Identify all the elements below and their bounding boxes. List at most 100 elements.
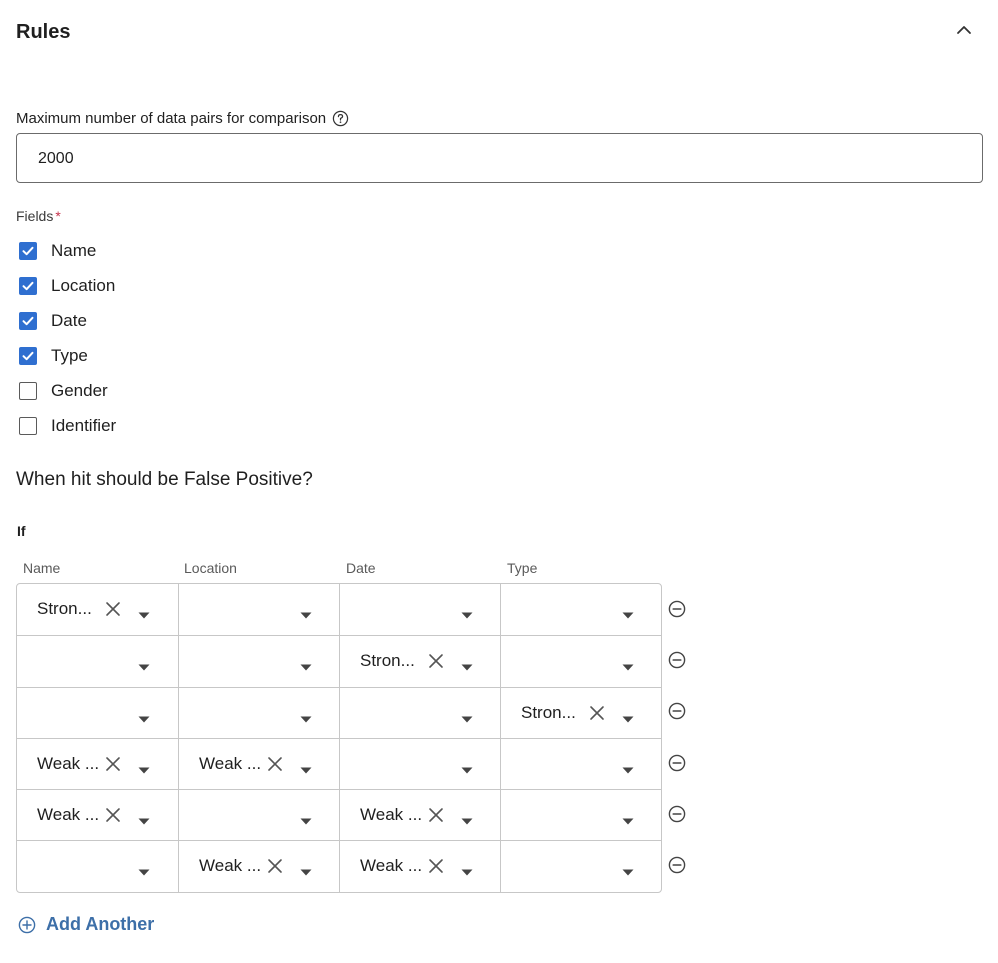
rule-select-location[interactable]: Weak ... xyxy=(178,738,339,790)
rule-select-value: Weak ... xyxy=(199,856,262,876)
remove-row-button[interactable] xyxy=(668,788,690,839)
add-another-button[interactable]: Add Another xyxy=(18,914,154,935)
field-checkbox-identifier[interactable]: Identifier xyxy=(19,408,116,443)
dropdown-arrow-icon[interactable] xyxy=(622,710,634,723)
rule-select-location[interactable] xyxy=(178,636,339,687)
clear-icon[interactable] xyxy=(589,705,605,721)
dropdown-arrow-icon[interactable] xyxy=(622,658,634,671)
rule-select-value: Stron... xyxy=(521,702,576,722)
dropdown-arrow-icon[interactable] xyxy=(138,863,150,876)
field-checkbox-gender[interactable]: Gender xyxy=(19,373,116,408)
dropdown-arrow-icon[interactable] xyxy=(622,761,634,774)
dropdown-arrow-icon[interactable] xyxy=(461,606,473,619)
rule-select-date[interactable]: Weak ... xyxy=(339,841,500,892)
rule-select-type[interactable]: Stron... xyxy=(500,687,661,738)
fields-label: Fields * xyxy=(16,208,61,224)
dropdown-arrow-icon[interactable] xyxy=(300,761,312,774)
field-checkbox-label: Identifier xyxy=(51,415,117,435)
rule-row: Stron... xyxy=(17,635,661,687)
dropdown-arrow-icon[interactable] xyxy=(138,658,150,671)
clear-icon[interactable] xyxy=(105,807,121,823)
clear-icon[interactable] xyxy=(267,858,283,874)
rule-select-name[interactable]: Stron... xyxy=(17,584,178,635)
rule-select-name[interactable] xyxy=(17,841,178,891)
clear-icon[interactable] xyxy=(105,756,121,772)
dropdown-arrow-icon[interactable] xyxy=(461,658,473,671)
remove-row-buttons xyxy=(668,583,690,891)
help-icon[interactable] xyxy=(332,110,349,127)
dropdown-arrow-icon[interactable] xyxy=(300,812,312,825)
remove-row-button[interactable] xyxy=(668,737,690,788)
dropdown-arrow-icon[interactable] xyxy=(461,710,473,723)
remove-row-button[interactable] xyxy=(668,686,690,737)
clear-icon[interactable] xyxy=(428,653,444,669)
field-checkbox-date[interactable]: Date xyxy=(19,303,116,338)
field-checkbox-location[interactable]: Location xyxy=(19,268,116,303)
rule-select-type[interactable] xyxy=(500,738,661,790)
checkbox-checked-icon[interactable] xyxy=(19,241,37,260)
dropdown-arrow-icon[interactable] xyxy=(461,761,473,774)
fields-checkbox-list: Name Location Date Type Gender Identifier xyxy=(19,233,116,443)
dropdown-arrow-icon[interactable] xyxy=(622,863,634,876)
remove-row-button[interactable] xyxy=(668,634,690,685)
rule-select-date[interactable] xyxy=(339,738,500,790)
minus-circle-icon xyxy=(668,805,686,823)
rule-select-type[interactable] xyxy=(500,636,661,687)
dropdown-arrow-icon[interactable] xyxy=(138,812,150,825)
clear-icon[interactable] xyxy=(428,858,444,874)
rule-select-date[interactable]: Stron... xyxy=(339,636,500,687)
rule-select-location[interactable] xyxy=(178,790,339,841)
rule-select-location[interactable]: Weak ... xyxy=(178,841,339,892)
max-pairs-input[interactable]: 2000 xyxy=(16,133,983,183)
chevron-up-icon[interactable] xyxy=(954,20,974,40)
dropdown-arrow-icon[interactable] xyxy=(622,812,634,825)
minus-circle-icon xyxy=(668,754,686,771)
remove-row-button[interactable] xyxy=(668,839,690,890)
column-header-location: Location xyxy=(184,560,237,576)
rule-select-type[interactable] xyxy=(500,584,661,636)
required-asterisk: * xyxy=(55,208,61,224)
dropdown-arrow-icon[interactable] xyxy=(138,761,150,774)
dropdown-arrow-icon[interactable] xyxy=(461,863,473,876)
clear-icon[interactable] xyxy=(105,601,121,617)
rule-select-location[interactable] xyxy=(178,584,339,636)
rule-select-value: Stron... xyxy=(360,651,415,671)
rule-select-name[interactable] xyxy=(17,688,178,738)
rule-select-date[interactable] xyxy=(339,584,500,636)
field-checkbox-label: Gender xyxy=(51,380,108,400)
dropdown-arrow-icon[interactable] xyxy=(138,606,150,619)
rule-select-name[interactable]: Weak ... xyxy=(17,739,178,789)
dropdown-arrow-icon[interactable] xyxy=(461,812,473,825)
dropdown-arrow-icon[interactable] xyxy=(300,863,312,876)
dropdown-arrow-icon[interactable] xyxy=(300,606,312,619)
remove-row-button[interactable] xyxy=(668,583,690,634)
field-checkbox-name[interactable]: Name xyxy=(19,233,116,268)
column-header-date: Date xyxy=(346,560,376,576)
rule-select-value: Weak ... xyxy=(37,753,100,773)
rule-select-name[interactable] xyxy=(17,636,178,686)
field-checkbox-type[interactable]: Type xyxy=(19,338,116,373)
rule-select-name[interactable]: Weak ... xyxy=(17,790,178,840)
clear-icon[interactable] xyxy=(267,756,283,772)
rule-select-type[interactable] xyxy=(500,841,661,892)
checkbox-unchecked-icon[interactable] xyxy=(19,416,37,435)
rule-select-date[interactable]: Weak ... xyxy=(339,790,500,841)
minus-circle-icon xyxy=(668,856,686,874)
rules-grid: Stron... Stron... Stron... Weak ... Weak ...… xyxy=(16,583,662,893)
rule-select-location[interactable] xyxy=(178,687,339,738)
rule-select-value: Weak ... xyxy=(199,753,262,773)
checkbox-checked-icon[interactable] xyxy=(19,276,37,295)
dropdown-arrow-icon[interactable] xyxy=(300,658,312,671)
checkbox-unchecked-icon[interactable] xyxy=(19,381,37,400)
dropdown-arrow-icon[interactable] xyxy=(138,710,150,723)
checkbox-checked-icon[interactable] xyxy=(19,346,37,365)
rule-select-date[interactable] xyxy=(339,687,500,738)
section-title: Rules xyxy=(16,21,71,43)
rule-row: Stron... xyxy=(17,584,661,636)
dropdown-arrow-icon[interactable] xyxy=(300,710,312,723)
rule-select-type[interactable] xyxy=(500,790,661,841)
field-checkbox-label: Name xyxy=(51,240,97,260)
clear-icon[interactable] xyxy=(428,807,444,823)
dropdown-arrow-icon[interactable] xyxy=(622,606,634,619)
checkbox-checked-icon[interactable] xyxy=(19,311,37,330)
